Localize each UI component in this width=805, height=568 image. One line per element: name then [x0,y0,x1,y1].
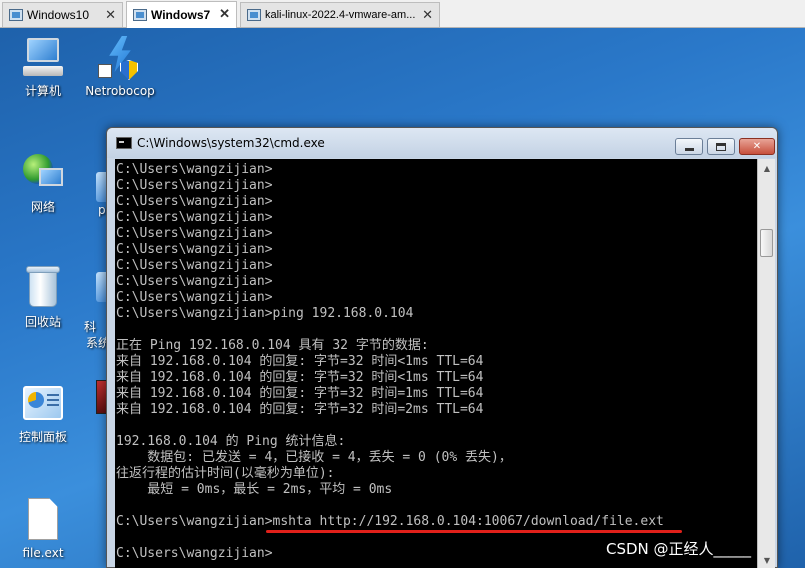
console-line: C:\Users\wangzijian> [116,242,273,257]
window-titlebar[interactable]: C:\Windows\system32\cmd.exe ✕ [107,128,777,158]
console-line: C:\Users\wangzijian> [116,226,273,241]
control-panel-icon [21,384,65,424]
partial-icon-label: 科 [84,320,97,334]
desktop-icon-netrobocop[interactable]: Netrobocop [80,36,160,98]
desktop-icon-file[interactable]: file.ext [3,498,83,560]
window-title: C:\Windows\system32\cmd.exe [137,136,325,150]
close-button[interactable]: ✕ [739,138,775,155]
console-line: C:\Users\wangzijian> [116,258,273,273]
vertical-scrollbar[interactable]: ▲ ▼ [757,159,775,568]
close-icon: ✕ [752,141,762,152]
computer-icon [21,38,65,78]
desktop-icon-label: 回收站 [24,315,61,329]
minimize-icon [684,148,694,151]
desktop-icon-label: 计算机 [24,84,61,98]
console-line: 来自 192.168.0.104 的回复: 字节=32 时间=2ms TTL=6… [116,402,484,417]
desktop-icon-computer[interactable]: 计算机 [3,38,83,99]
console-line: C:\Users\wangzijian> [116,274,273,289]
file-icon [26,498,60,542]
console-line: C:\Users\wangzijian>ping 192.168.0.104 [116,306,414,321]
recycle-bin-icon [25,265,61,309]
scroll-down-icon[interactable]: ▼ [759,552,775,568]
shield-icon [98,36,142,80]
console-line: C:\Users\wangzijian> [116,162,273,177]
console-line: 最短 = 0ms，最长 = 2ms，平均 = 0ms [116,482,393,497]
tab-label: kali-linux-2022.4-vmware-am... [265,9,416,21]
tab-label: Windows10 [27,8,90,22]
desktop-icon-control-panel[interactable]: 控制面板 [3,384,83,445]
desktop-icon-label: Netrobocop [85,84,155,98]
tab-label: Windows7 [151,8,211,22]
tab-kali-linux[interactable]: kali-linux-2022.4-vmware-am... ✕ [240,2,440,27]
scroll-up-icon[interactable]: ▲ [759,160,775,176]
annotation-underline [266,530,682,533]
scroll-thumb[interactable] [760,229,773,257]
network-icon [21,152,65,194]
watermark: CSDN @正经人_____ [606,540,752,558]
tab-windows7[interactable]: Windows7 ✕ [126,1,237,28]
console-line: 来自 192.168.0.104 的回复: 字节=32 时间<1ms TTL=6… [116,370,484,385]
vm-tab-bar: Windows10 ✕ Windows7 ✕ kali-linux-2022.4… [0,0,805,28]
desktop-icon-network[interactable]: 网络 [3,152,83,215]
vm-icon [247,9,261,21]
desktop-icon-recycle-bin[interactable]: 回收站 [3,265,83,330]
minimize-button[interactable] [675,138,703,155]
desktop-icon-label: 控制面板 [18,430,67,444]
console-output[interactable]: C:\Users\wangzijian> C:\Users\wangzijian… [115,159,757,568]
cmd-window: C:\Windows\system32\cmd.exe ✕ C:\Users\w… [106,127,778,568]
desktop-icon-label: file.ext [22,546,64,560]
maximize-icon [716,142,726,151]
console-icon [116,137,132,149]
vm-icon [9,9,23,21]
console-line: 数据包: 已发送 = 4，已接收 = 4，丢失 = 0 (0% 丢失)， [116,450,512,465]
maximize-button[interactable] [707,138,735,155]
close-icon[interactable]: ✕ [105,7,116,23]
console-line: 来自 192.168.0.104 的回复: 字节=32 时间=1ms TTL=6… [116,386,484,401]
close-icon[interactable]: ✕ [219,6,230,22]
close-icon[interactable]: ✕ [422,7,433,23]
console-line: C:\Users\wangzijian> [116,194,273,209]
console-line: C:\Users\wangzijian> [116,290,273,305]
desktop-icon-label: 网络 [30,200,55,214]
console-line: 正在 Ping 192.168.0.104 具有 32 字节的数据: [116,338,429,353]
console-line: C:\Users\wangzijian> [116,210,273,225]
partial-icon-label: p [98,203,106,217]
console-line: 往返行程的估计时间(以毫秒为单位): [116,466,335,481]
console-line: C:\Users\wangzijian>mshta http://192.168… [116,514,664,529]
tab-windows10[interactable]: Windows10 ✕ [2,2,123,27]
console-line: 来自 192.168.0.104 的回复: 字节=32 时间<1ms TTL=6… [116,354,484,369]
console-line: 192.168.0.104 的 Ping 统计信息: [116,434,346,449]
vm-icon [133,9,147,21]
console-line: C:\Users\wangzijian> [116,178,273,193]
